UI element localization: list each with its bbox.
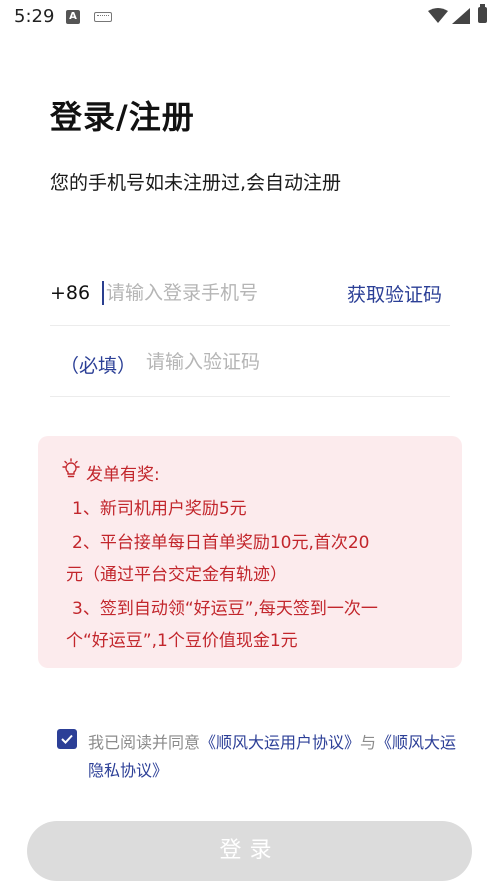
lightbulb-icon — [60, 458, 82, 480]
login-button[interactable]: 登录 — [27, 821, 472, 881]
check-icon — [61, 734, 73, 744]
signal-icon — [452, 8, 470, 28]
get-code-button[interactable]: 获取验证码 — [347, 280, 442, 307]
status-bar: 5:29 A — [0, 0, 500, 36]
reward-title: 发单有奖: — [86, 465, 160, 485]
notification-a-icon: A — [66, 10, 80, 24]
reward-line: 个“好运豆”,1个豆价值现金1元 — [66, 631, 298, 651]
text-cursor — [102, 281, 104, 305]
agreement-text: 我已阅读并同意《顺风大运用户协议》与《顺风大运隐私协议》 — [88, 729, 458, 785]
agreement-checkbox[interactable] — [57, 729, 77, 749]
reward-line: 元（通过平台交定金有轨迹） — [66, 565, 287, 585]
phone-input[interactable] — [106, 276, 326, 310]
required-label: （必填） — [60, 355, 137, 377]
reward-info-box: 发单有奖: 1、新司机用户奖励5元 2、平台接单每日首单奖励10元,首次20 元… — [38, 436, 462, 668]
battery-icon — [478, 4, 487, 23]
code-row: （必填） — [50, 327, 450, 397]
reward-line: 3、签到自动领“好运豆”,每天签到一次一 — [72, 599, 378, 619]
status-time: 5:29 — [14, 6, 55, 27]
page-title: 登录/注册 — [50, 98, 195, 136]
reward-line: 2、平台接单每日首单奖励10元,首次20 — [72, 533, 370, 553]
agreement-conjunction: 与 — [360, 733, 377, 752]
agreement-prefix: 我已阅读并同意 — [88, 733, 201, 752]
phone-row: +86 获取验证码 — [50, 258, 450, 326]
reward-line: 1、新司机用户奖励5元 — [72, 499, 247, 519]
page-subtitle: 您的手机号如未注册过,会自动注册 — [50, 172, 342, 194]
verification-code-input[interactable] — [146, 345, 436, 379]
wifi-icon — [428, 8, 448, 28]
keyboard-icon — [94, 12, 112, 22]
country-code[interactable]: +86 — [50, 282, 90, 304]
user-agreement-link[interactable]: 《顺风大运用户协议》 — [200, 733, 360, 752]
